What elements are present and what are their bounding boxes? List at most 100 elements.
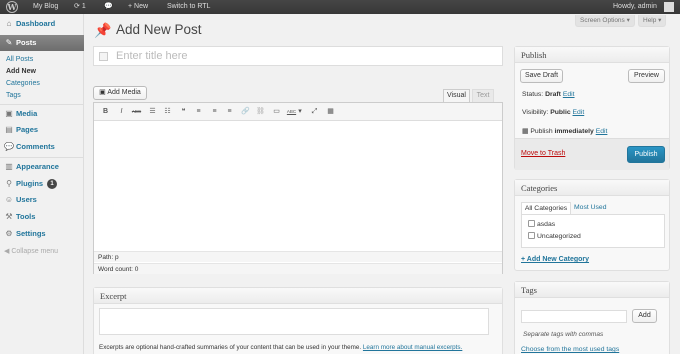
align-left-button[interactable]: ≡ <box>193 107 204 117</box>
insert-link-button[interactable]: 🔗 <box>240 107 251 117</box>
sidebar-item-label: Users <box>16 195 37 204</box>
sidebar-item-label: Pages <box>16 125 39 134</box>
strikethrough-button[interactable]: ABC <box>131 107 142 117</box>
insert-more-button[interactable]: ▭ <box>271 107 282 117</box>
numbered-list-button[interactable]: ☷ <box>162 107 173 117</box>
sidebar-item-settings[interactable]: ⚙ Settings <box>0 226 84 242</box>
add-tag-button[interactable]: Add <box>632 309 657 323</box>
spellcheck-button[interactable]: ABC <box>286 107 297 117</box>
choose-most-used-tags-link[interactable]: Choose from the most used tags <box>521 346 619 353</box>
refresh-icon: ⟳ <box>74 3 80 10</box>
category-item[interactable]: asdas <box>528 220 555 228</box>
sidebar-item-label: Plugins <box>16 179 44 188</box>
align-center-button[interactable]: ≡ <box>209 107 220 117</box>
sidebar-item-comments[interactable]: 💬 Comments <box>0 139 84 155</box>
save-draft-button[interactable]: Save Draft <box>520 69 563 83</box>
tags-metabox: Tags Add Separate tags with commas Choos… <box>514 281 670 354</box>
media-icon: ▣ <box>99 89 106 96</box>
wordpress-logo-icon[interactable]: W <box>6 1 18 13</box>
sidebar-item-tools[interactable]: ⚒ Tools <box>0 209 84 225</box>
italic-button[interactable]: I <box>116 107 127 117</box>
sidebar-item-label: Posts <box>16 38 37 47</box>
updates-link[interactable]: ⟳ 1 <box>74 0 86 14</box>
pin-icon: ✎ <box>5 38 13 47</box>
category-item[interactable]: Uncategorized <box>528 232 581 240</box>
plugins-update-badge: 1 <box>47 179 58 190</box>
tab-most-used[interactable]: Most Used <box>574 202 606 214</box>
post-content-editor[interactable]: B I ABC ☰ ☷ ❝ ≡ ≡ ≡ 🔗 ⛓ ▭ ABC ▾ ⤢ ▦ Path… <box>93 102 503 274</box>
howdy-user-menu[interactable]: Howdy, admin <box>613 0 657 14</box>
edit-visibility-link[interactable]: Edit <box>573 109 585 116</box>
menu-divider <box>0 157 84 158</box>
blockquote-button[interactable]: ❝ <box>178 107 189 117</box>
appearance-icon: ▥ <box>5 162 13 171</box>
sidebar-item-label: Tools <box>16 212 36 221</box>
move-to-trash-link[interactable]: Move to Trash <box>521 150 565 157</box>
word-count: Word count: 0 <box>94 263 502 274</box>
site-name-link[interactable]: My Blog <box>33 0 58 14</box>
tags-title[interactable]: Tags <box>515 282 669 298</box>
category-checklist: asdas Uncategorized <box>521 214 665 248</box>
dashboard-icon: ⌂ <box>6 19 12 28</box>
tab-all-categories[interactable]: All Categories <box>521 202 571 214</box>
edit-status-link[interactable]: Edit <box>563 91 575 98</box>
tab-text[interactable]: Text <box>472 89 494 102</box>
category-checkbox[interactable] <box>528 232 535 239</box>
switch-rtl-link[interactable]: Switch to RTL <box>167 0 210 14</box>
unlink-button[interactable]: ⛓ <box>255 107 266 117</box>
visibility-row: Visibility: Public Edit <box>522 109 584 116</box>
sidebar-item-plugins[interactable]: ⚲ Plugins 1 <box>0 176 84 192</box>
fullscreen-button[interactable]: ⤢ <box>309 107 320 117</box>
sidebar-item-appearance[interactable]: ▥ Appearance <box>0 159 84 175</box>
submenu-add-new[interactable]: Add New <box>6 66 36 78</box>
sidebar-item-label: Comments <box>16 142 55 151</box>
new-content-link[interactable]: + New <box>128 0 148 14</box>
submenu-all-posts[interactable]: All Posts <box>6 54 33 66</box>
edit-schedule-link[interactable]: Edit <box>596 128 608 135</box>
sidebar-item-users[interactable]: ☺ Users <box>0 192 84 208</box>
submenu-tags[interactable]: Tags <box>6 90 21 102</box>
spellcheck-dropdown[interactable]: ▾ <box>297 107 303 117</box>
comments-bubble-icon[interactable]: 💬 <box>104 0 113 14</box>
new-tag-input[interactable] <box>521 310 627 323</box>
submenu-categories[interactable]: Categories <box>6 78 40 90</box>
categories-metabox: Categories All Categories Most Used asda… <box>514 179 670 271</box>
publish-actions: Move to Trash Publish <box>515 138 669 170</box>
excerpt-title[interactable]: Excerpt <box>94 288 502 304</box>
schedule-row: ▦ Publish immediately Edit <box>522 127 607 135</box>
editor-path: Path: p <box>94 251 502 262</box>
plus-icon: + <box>128 3 133 10</box>
schedule-value: immediately <box>554 128 594 135</box>
sidebar-item-posts[interactable]: ✎ Posts <box>0 35 84 51</box>
tab-visual[interactable]: Visual <box>443 89 470 102</box>
post-title-input[interactable]: Enter title here <box>93 46 503 66</box>
bullet-list-button[interactable]: ☰ <box>147 107 158 117</box>
kitchen-sink-button[interactable]: ▦ <box>325 107 336 117</box>
bold-button[interactable]: B <box>100 107 111 117</box>
sidebar-item-dashboard[interactable]: ⌂ Dashboard <box>0 16 84 32</box>
add-media-button[interactable]: ▣ Add Media <box>93 86 147 100</box>
excerpt-description: Excerpts are optional hand-crafted summa… <box>99 344 462 351</box>
screen-options-tab[interactable]: Screen Options ▾ <box>575 15 635 27</box>
learn-more-excerpts-link[interactable]: Learn more about manual excerpts. <box>363 344 462 351</box>
preview-button[interactable]: Preview <box>628 69 665 83</box>
excerpt-metabox: Excerpt Excerpts are optional hand-craft… <box>93 287 503 354</box>
help-tab[interactable]: Help ▾ <box>638 15 667 27</box>
align-right-button[interactable]: ≡ <box>224 107 235 117</box>
add-new-category-link[interactable]: + Add New Category <box>521 256 589 263</box>
title-placeholder: Enter title here <box>116 50 188 62</box>
settings-icon: ⚙ <box>5 229 13 238</box>
sidebar-item-media[interactable]: ▣ Media <box>0 106 84 122</box>
publish-title[interactable]: Publish <box>515 47 669 63</box>
avatar[interactable] <box>664 2 674 12</box>
excerpt-textarea[interactable] <box>99 308 489 335</box>
category-checkbox[interactable] <box>528 220 535 227</box>
collapse-menu-button[interactable]: ◀ Collapse menu <box>4 247 58 255</box>
admin-bar: W My Blog ⟳ 1 💬 + New Switch to RTL Howd… <box>0 0 680 14</box>
categories-title[interactable]: Categories <box>515 180 669 196</box>
users-icon: ☺ <box>4 195 14 204</box>
sidebar-item-pages[interactable]: ▤ Pages <box>0 122 84 138</box>
sidebar-item-label: Dashboard <box>16 19 56 28</box>
visibility-label: Visibility: <box>522 109 549 116</box>
publish-button[interactable]: Publish <box>627 146 665 163</box>
